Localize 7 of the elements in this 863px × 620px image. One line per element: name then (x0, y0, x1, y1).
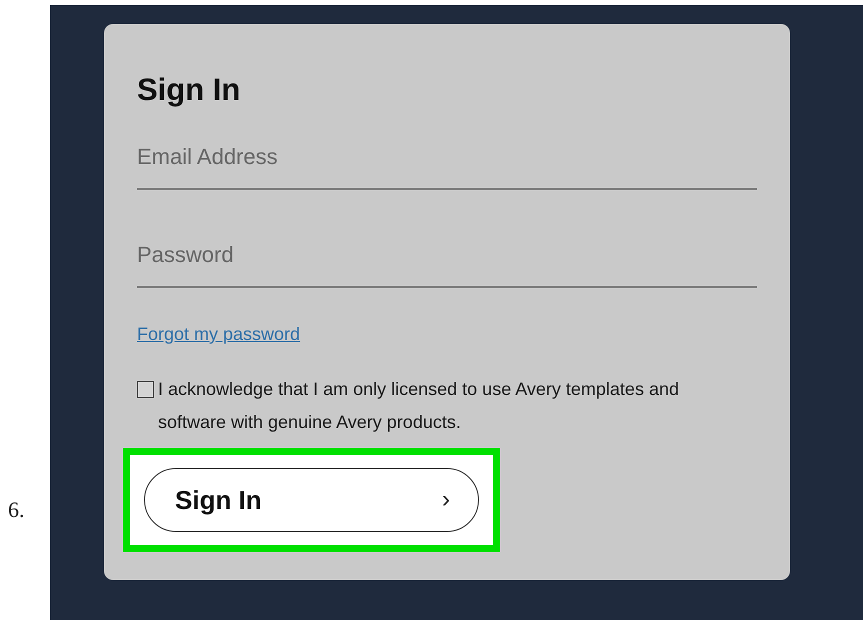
agreement-text: I acknowledge that I am only licensed to use Avery templates and software with genuine Avery products. (158, 378, 680, 434)
email-field[interactable]: Email Address (137, 138, 757, 190)
checkbox[interactable] (137, 381, 154, 398)
form-title: Sign In (137, 72, 242, 108)
step-number: 6. (8, 497, 24, 522)
sign-in-button[interactable]: Sign In › (144, 468, 479, 532)
password-field[interactable]: Password (137, 236, 757, 288)
